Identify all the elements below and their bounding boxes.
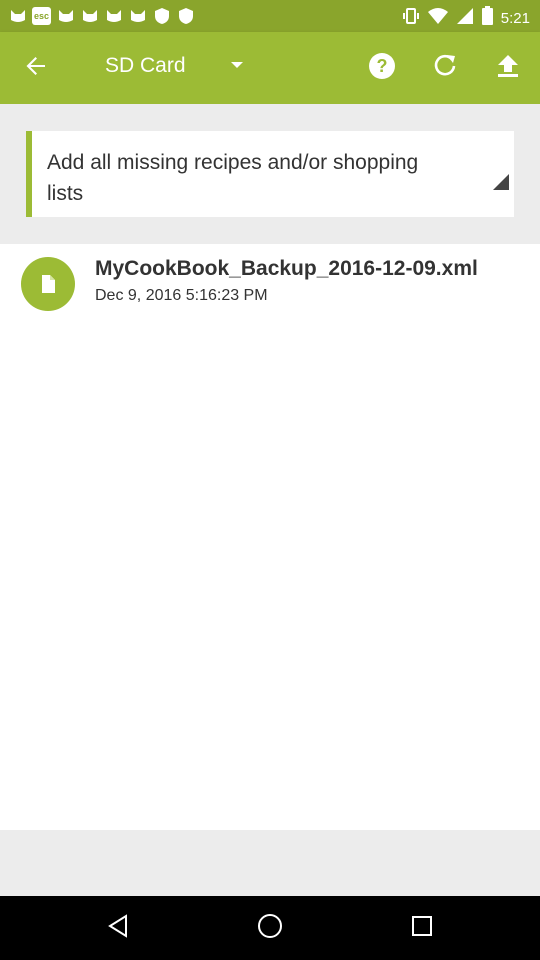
main-content: Add all missing recipes and/or shopping … (0, 104, 540, 830)
esc-icon: esc (32, 7, 51, 25)
help-icon: ? (368, 52, 396, 85)
nav-recents-button[interactable] (406, 913, 438, 943)
back-triangle-icon (107, 913, 129, 943)
file-name: MyCookBook_Backup_2016-12-09.xml (95, 257, 478, 280)
cat-icon (80, 7, 99, 25)
dropdown-caret-icon (230, 59, 244, 76)
back-button[interactable] (16, 48, 56, 88)
status-bar: esc 5:21 (0, 0, 540, 32)
bottom-panel (0, 830, 540, 896)
status-time: 5:21 (500, 9, 530, 27)
home-circle-icon (257, 913, 283, 944)
system-status: 5:21 (402, 6, 530, 30)
wifi-icon (427, 7, 448, 30)
storage-location-title[interactable]: SD Card (105, 54, 186, 78)
recents-square-icon (411, 915, 433, 942)
help-button[interactable]: ? (362, 48, 402, 88)
file-icon (21, 257, 75, 311)
file-date: Dec 9, 2016 5:16:23 PM (95, 287, 268, 304)
refresh-button[interactable] (425, 48, 465, 88)
cat-icon (8, 7, 27, 25)
arrow-back-icon (25, 55, 47, 82)
shield-icon (152, 7, 171, 25)
spinner-corner-icon (493, 174, 509, 190)
file-list-item[interactable]: MyCookBook_Backup_2016-12-09.xml Dec 9, … (0, 244, 540, 324)
vibrate-icon (402, 7, 420, 30)
cat-icon (128, 7, 147, 25)
notification-icons: esc (8, 7, 195, 25)
signal-icon (456, 7, 474, 30)
import-option-label: Add all missing recipes and/or shopping … (47, 151, 419, 205)
refresh-icon (432, 53, 458, 84)
options-panel: Add all missing recipes and/or shopping … (0, 104, 540, 244)
toolbar: SD Card ? (0, 32, 540, 104)
location-dropdown[interactable] (230, 58, 244, 77)
upload-icon (497, 54, 519, 83)
cat-icon (104, 7, 123, 25)
svg-text:?: ? (377, 56, 388, 76)
upload-button[interactable] (488, 48, 528, 88)
nav-back-button[interactable] (102, 913, 134, 943)
import-option-selector[interactable]: Add all missing recipes and/or shopping … (26, 131, 514, 217)
nav-home-button[interactable] (254, 913, 286, 943)
navigation-bar (0, 896, 540, 960)
shield-icon (176, 7, 195, 25)
cat-icon (56, 7, 75, 25)
battery-icon (481, 6, 493, 30)
